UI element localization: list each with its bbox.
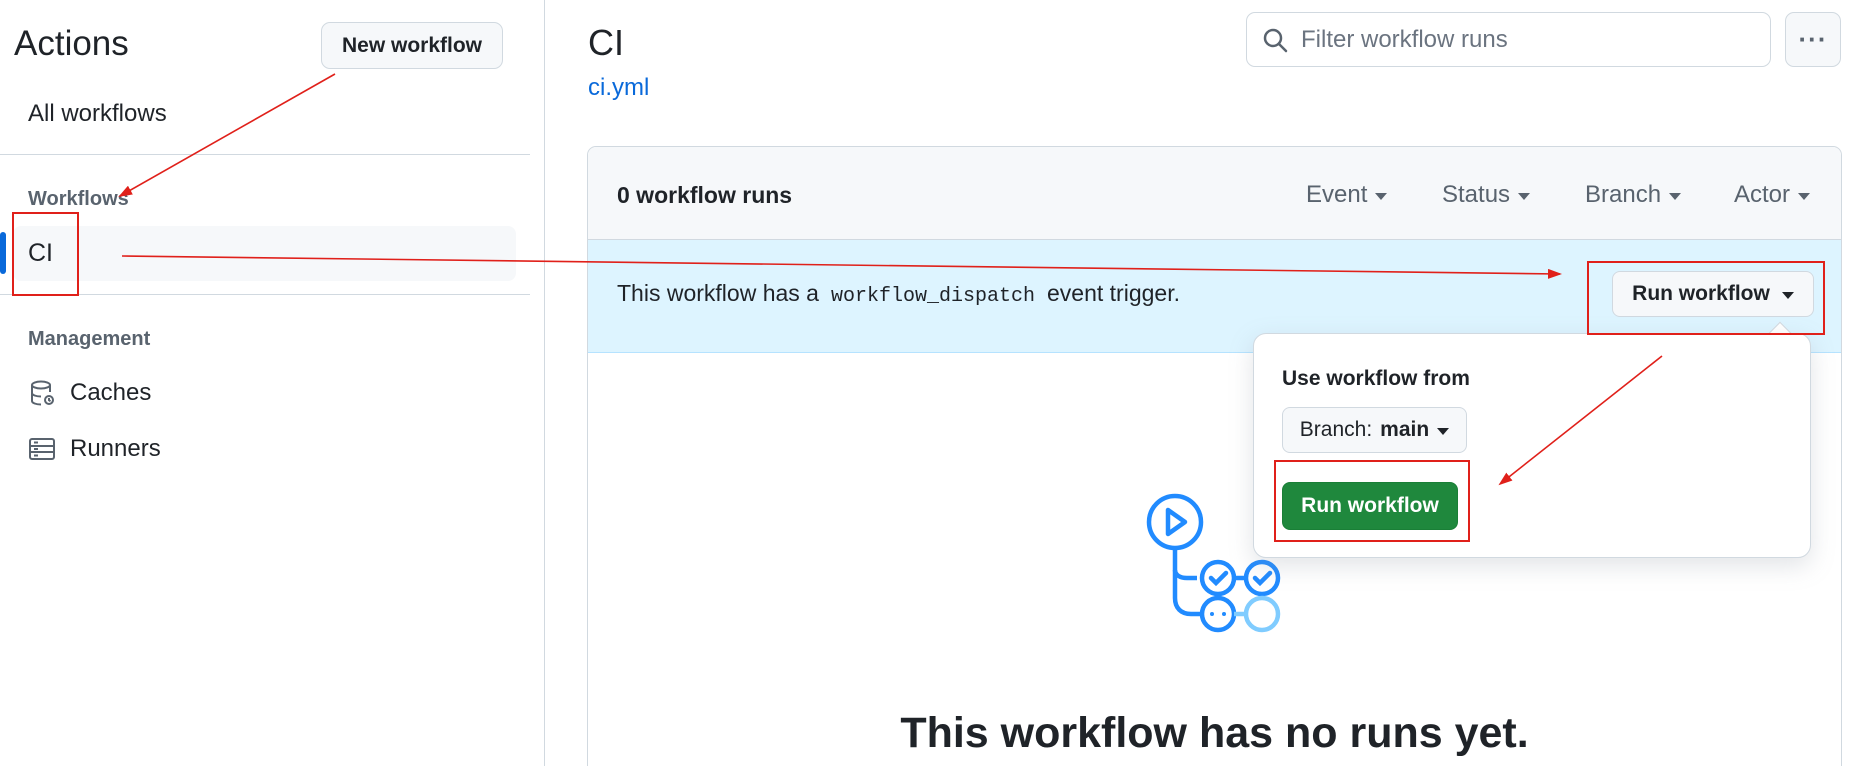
branch-value: main xyxy=(1380,418,1430,441)
sidebar-item-all-workflows[interactable]: All workflows xyxy=(28,100,167,128)
sidebar-section-management: Management xyxy=(28,328,151,350)
status-filter-dropdown[interactable]: Status xyxy=(1442,181,1531,209)
popover-label: Use workflow from xyxy=(1282,367,1470,390)
sidebar-title: Actions xyxy=(14,24,129,63)
server-icon xyxy=(29,438,55,460)
sidebar: Actions New workflow All workflows Workf… xyxy=(0,0,545,766)
dropdown-label: Status xyxy=(1442,181,1511,208)
new-workflow-button[interactable]: New workflow xyxy=(321,22,503,69)
runs-header: 0 workflow runs Event Status Branch Acto… xyxy=(588,147,1841,240)
branch-select-button[interactable]: Branch: main xyxy=(1282,407,1467,453)
workflow-file-link[interactable]: ci.yml xyxy=(588,74,649,102)
sidebar-item-caches[interactable]: Caches xyxy=(28,379,151,407)
branch-filter-dropdown[interactable]: Branch xyxy=(1585,181,1682,209)
runs-count: 0 workflow runs xyxy=(617,182,793,208)
sidebar-divider xyxy=(0,154,530,155)
event-filter-dropdown[interactable]: Event xyxy=(1306,181,1388,209)
filter-runs-input-wrapper[interactable] xyxy=(1246,12,1771,67)
branch-prefix: Branch: xyxy=(1299,418,1373,441)
caret-down-icon xyxy=(1669,193,1682,200)
sidebar-item-ci[interactable] xyxy=(13,226,516,281)
dropdown-label: Actor xyxy=(1734,181,1791,208)
caret-down-icon xyxy=(1798,193,1811,200)
dispatch-text-before: This workflow has a xyxy=(617,280,819,306)
database-icon xyxy=(31,380,54,406)
sidebar-section-workflows: Workflows xyxy=(28,188,129,210)
sidebar-item-label: Caches xyxy=(70,379,152,406)
search-icon xyxy=(1263,28,1288,52)
filter-runs-input[interactable] xyxy=(1301,25,1741,54)
dropdown-label: Branch xyxy=(1585,181,1662,208)
dropdown-label: Event xyxy=(1306,181,1368,208)
sidebar-selected-indicator xyxy=(0,232,6,274)
dispatch-text-after: event trigger. xyxy=(1047,280,1180,306)
caret-down-icon xyxy=(1375,193,1388,200)
dispatch-code: workflow_dispatch xyxy=(830,285,1036,308)
page-title: CI xyxy=(588,22,624,63)
sidebar-item-label: Runners xyxy=(70,435,161,462)
caret-down-icon xyxy=(1437,428,1450,435)
sidebar-item-runners[interactable]: Runners xyxy=(28,435,161,463)
dispatch-message: This workflow has a workflow_dispatch ev… xyxy=(617,280,1180,308)
actor-filter-dropdown[interactable]: Actor xyxy=(1734,181,1811,209)
empty-state-title: This workflow has no runs yet. xyxy=(900,709,1529,757)
annotation-box-run-dropdown xyxy=(1587,261,1825,335)
sidebar-divider xyxy=(0,294,530,295)
more-options-button[interactable]: ··· xyxy=(1785,12,1841,67)
annotation-box-run-button xyxy=(1274,460,1470,542)
caret-down-icon xyxy=(1518,193,1531,200)
annotation-box-ci xyxy=(12,212,79,296)
